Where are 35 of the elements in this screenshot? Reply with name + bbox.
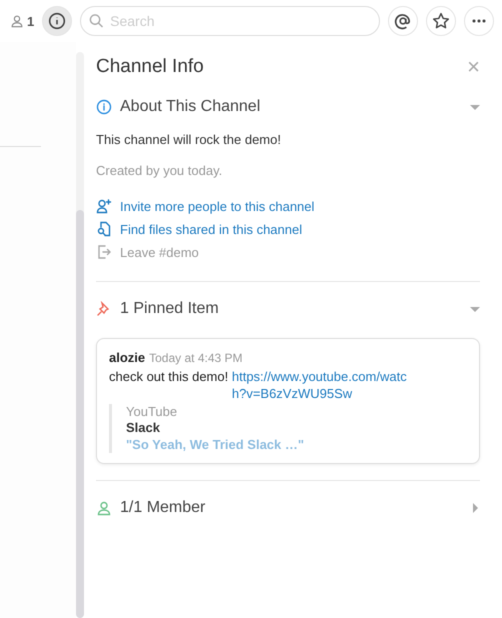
pin-icon <box>96 301 112 317</box>
star-icon <box>432 12 450 30</box>
section-header[interactable]: 1 Pinned Item <box>96 300 480 318</box>
video-link[interactable]: https://www.youtube.com/watch?v=B6zVzWU95Sw <box>232 368 407 402</box>
person-icon <box>96 500 112 516</box>
attachment-title: Slack <box>126 420 161 435</box>
close-button[interactable]: × <box>467 56 480 78</box>
file-search-icon <box>96 221 112 237</box>
info-button[interactable] <box>42 6 72 36</box>
more-button[interactable] <box>464 6 494 36</box>
search-icon <box>89 13 104 29</box>
action-link[interactable]: Find files shared in this channel <box>96 221 302 237</box>
at-sign-icon <box>394 12 412 30</box>
section-header[interactable]: About This Channel <box>96 98 480 116</box>
info-icon <box>48 12 66 30</box>
channel-purpose: This channel will rock the demo! <box>96 132 282 147</box>
member-count-text: 1 <box>27 14 34 28</box>
mentions-button[interactable] <box>388 6 418 36</box>
info-icon <box>96 99 112 115</box>
message-text: check out this demo! https://www.youtube.com/watch?v=B6zVzWU95Sw <box>109 368 408 402</box>
section-header[interactable]: 1/1 Member <box>96 499 480 517</box>
created-note: Created by you today. <box>96 163 224 178</box>
member-count[interactable]: 1 <box>10 14 34 28</box>
panel-title: Channel Info <box>96 56 204 78</box>
author-name: alozie <box>109 350 146 365</box>
add-person-icon <box>96 198 112 214</box>
action-link[interactable]: Invite more people to this channel <box>96 198 314 214</box>
exit-icon <box>96 244 112 260</box>
star-button[interactable] <box>426 6 456 36</box>
pinned-message-card[interactable]: alozie Today at 4:43 PM check out this demo! https://www.youtube.com/watch?v=B6zVzWU95Sw YouTube Slack "So Yeah, We Tried Slack …" <box>96 338 480 464</box>
message-time: Today at 4:43 PM <box>149 351 243 365</box>
person-icon <box>10 14 24 28</box>
scrollbar[interactable] <box>76 52 84 618</box>
more-icon <box>472 19 486 23</box>
attachment-service: YouTube <box>126 404 178 419</box>
